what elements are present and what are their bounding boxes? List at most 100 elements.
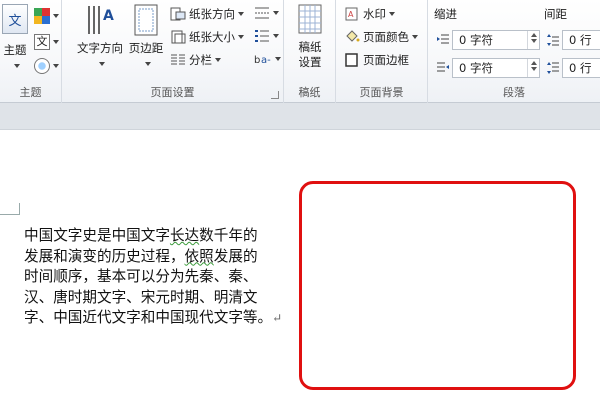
- margins-button[interactable]: 页边距: [126, 4, 166, 66]
- watermark-label: 水印: [363, 7, 386, 21]
- highlight-annotation-box: [299, 181, 576, 390]
- font-icon: 文: [34, 34, 50, 50]
- breaks-button[interactable]: [254, 6, 279, 20]
- indent-heading: 缩进: [434, 7, 457, 21]
- text-line-1: 中国文字史是中国文字长达数千年的: [24, 227, 258, 244]
- svg-text:a-: a-: [261, 55, 271, 66]
- spacing-before-value: 0 行: [569, 33, 592, 47]
- theme-icon: 文: [2, 4, 28, 34]
- chevron-down-icon: [215, 58, 221, 62]
- watermark-icon: A: [345, 7, 358, 21]
- ruler-band: [0, 103, 600, 130]
- paragraph-mark-icon: ↵: [272, 311, 283, 325]
- chevron-down-icon: [53, 64, 59, 68]
- svg-text:A: A: [348, 10, 354, 19]
- margins-label: 页边距: [128, 41, 164, 55]
- chevron-down-icon: [98, 62, 105, 66]
- document-body-text[interactable]: 中国文字史是中国文字长达数千年的 发展和演变的历史过程，依照发展的 时间顺序，基…: [24, 226, 294, 329]
- theme-button-label: 主题: [3, 43, 27, 57]
- dialog-launcher-icon[interactable]: [271, 91, 279, 99]
- color-palette-icon: [34, 8, 50, 24]
- page-background-group-label: 页面背景: [359, 86, 404, 99]
- theme-effects-button[interactable]: [34, 58, 59, 74]
- paragraph-group-label: 段落: [503, 86, 525, 99]
- spacing-heading: 间距: [544, 7, 567, 21]
- text-direction-label: 文字方向: [77, 41, 123, 55]
- chevron-down-icon: [389, 12, 395, 16]
- text-line-3: 时间顺序，基本可以分为先秦、秦、: [24, 268, 258, 285]
- effects-icon: [34, 58, 50, 74]
- grammar-squiggle: 长达: [169, 227, 200, 244]
- theme-button[interactable]: 文 主题: [0, 4, 30, 68]
- orientation-button[interactable]: 纸张方向: [170, 6, 244, 22]
- chevron-up-icon: [530, 33, 537, 37]
- watermark-button[interactable]: A 水印: [344, 6, 395, 22]
- hyphenation-icon: b a-: [254, 55, 271, 66]
- grammar-squiggle: 依照: [184, 247, 214, 265]
- indent-right-value: 0 字符: [459, 61, 493, 75]
- spacing-after-icon: [547, 62, 559, 74]
- chevron-down-icon: [273, 11, 279, 15]
- theme-group: 文 主题 文 主题: [0, 0, 62, 103]
- paint-bucket-icon: [346, 30, 360, 42]
- hyphenation-button[interactable]: b a-: [254, 52, 281, 66]
- stepper-arrows[interactable]: [527, 31, 539, 49]
- breaks-icon: [255, 7, 269, 19]
- chevron-down-icon: [275, 57, 281, 61]
- page-color-button[interactable]: 页面颜色: [344, 29, 418, 45]
- draft-paper-icon: [298, 4, 322, 34]
- page-setup-group: A 文字方向 页边距 纸张方向 纸张大小 分栏 b a- 页面设置: [62, 0, 284, 103]
- chevron-down-icon: [530, 67, 537, 71]
- draft-settings-label-1: 稿纸: [298, 40, 322, 54]
- paper-size-icon: [171, 30, 186, 44]
- orientation-label: 纸张方向: [189, 7, 235, 21]
- svg-text:A: A: [103, 8, 114, 24]
- line-numbers-button[interactable]: [254, 29, 279, 43]
- chevron-down-icon: [273, 34, 279, 38]
- orientation-icon: [170, 7, 186, 21]
- page-border-icon: [345, 53, 358, 67]
- chevron-down-icon: [144, 62, 151, 66]
- text-line-5: 字、中国近代文字和中国现代文字等。↵: [24, 309, 283, 326]
- stepper-arrows[interactable]: [527, 59, 539, 77]
- theme-group-label: 主题: [19, 86, 42, 99]
- text-direction-icon: A: [88, 6, 114, 34]
- page-margin-corner-mark: [0, 203, 20, 215]
- spacing-after-stepper[interactable]: 0 行: [562, 58, 600, 78]
- theme-fonts-button[interactable]: 文: [34, 34, 59, 50]
- indent-left-icon: [437, 34, 449, 44]
- indent-right-icon: [437, 62, 449, 72]
- chevron-down-icon: [412, 35, 418, 39]
- indent-left-value: 0 字符: [459, 33, 493, 47]
- page-border-button[interactable]: 页面边框: [344, 52, 409, 68]
- ribbon: 文 主题 文 主题 A 文字方向 页边距 纸张方向 纸张大小 分栏 b a- 页…: [0, 0, 600, 103]
- chevron-down-icon: [530, 39, 537, 43]
- chevron-down-icon: [238, 12, 244, 16]
- indent-left-stepper[interactable]: 0 字符: [452, 30, 540, 50]
- theme-colors-button[interactable]: [34, 8, 59, 24]
- spacing-before-icon: [547, 34, 559, 46]
- columns-icon: [171, 54, 185, 65]
- page-border-label: 页面边框: [363, 53, 409, 67]
- chevron-down-icon: [53, 14, 59, 18]
- chevron-down-icon: [13, 64, 20, 68]
- indent-right-stepper[interactable]: 0 字符: [452, 58, 540, 78]
- chevron-down-icon: [238, 35, 244, 39]
- page-setup-group-label: 页面设置: [150, 86, 195, 99]
- draft-settings-button[interactable]: 稿纸 设置: [290, 4, 330, 70]
- draft-settings-label-2: 设置: [298, 55, 322, 69]
- text-direction-button[interactable]: A 文字方向: [72, 4, 128, 66]
- page-background-group: A 水印 页面颜色 页面边框 页面背景: [336, 0, 428, 103]
- text-line-2: 发展和演变的历史过程，依照发展的: [24, 247, 258, 265]
- draft-paper-group: 稿纸 设置 稿纸: [284, 0, 336, 103]
- columns-button[interactable]: 分栏: [170, 52, 221, 68]
- spacing-after-value: 0 行: [569, 61, 592, 75]
- size-button[interactable]: 纸张大小: [170, 29, 244, 45]
- chevron-down-icon: [53, 40, 59, 44]
- svg-text:b: b: [254, 55, 260, 66]
- line-numbers-icon: [255, 30, 269, 42]
- chevron-up-icon: [530, 61, 537, 65]
- page-color-label: 页面颜色: [363, 30, 409, 44]
- spacing-before-stepper[interactable]: 0 行: [562, 30, 600, 50]
- draft-group-label: 稿纸: [298, 86, 321, 99]
